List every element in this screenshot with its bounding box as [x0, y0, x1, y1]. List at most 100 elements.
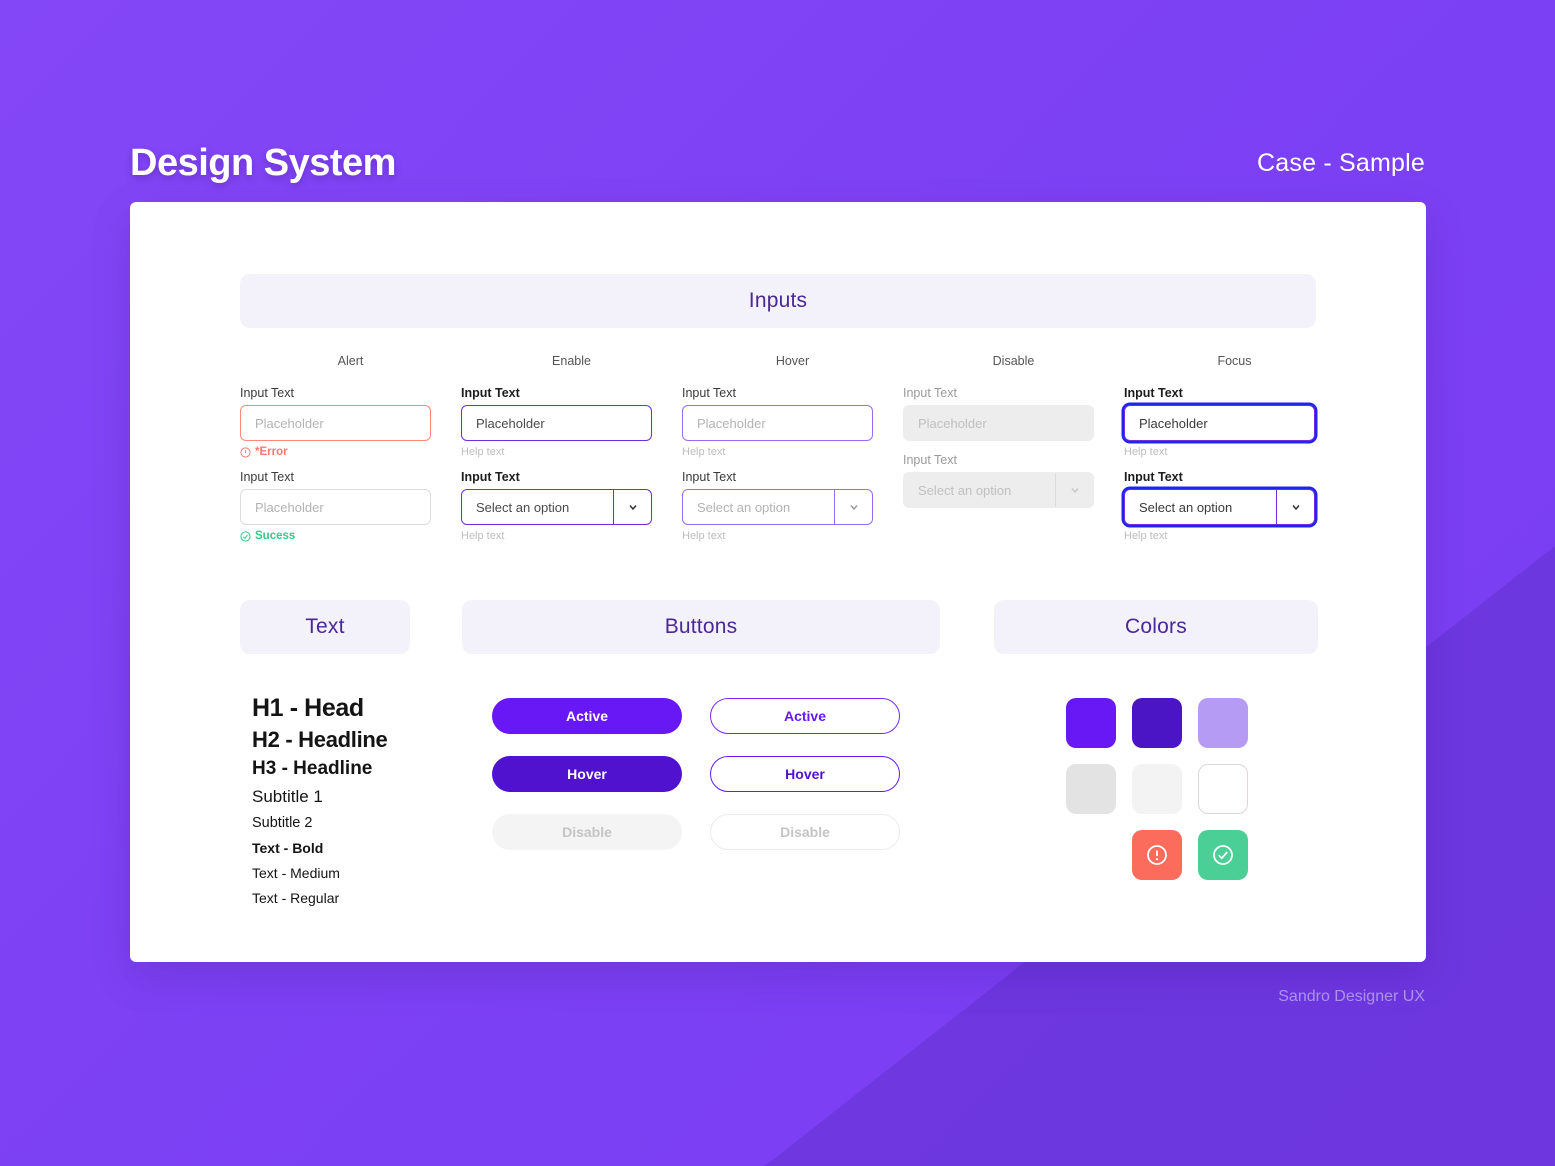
column-label-focus: Focus — [1217, 354, 1252, 368]
field-label: Input Text — [1124, 386, 1183, 400]
color-swatch-grid — [994, 698, 1318, 880]
select-placeholder: Select an option — [1139, 499, 1233, 515]
input-column-enable: Input Text Placeholder Help text Input T… — [461, 386, 682, 542]
select-placeholder: Select an option — [697, 499, 791, 515]
outlined-hover-button[interactable]: Hover — [710, 756, 900, 792]
input-placeholder: Placeholder — [255, 415, 324, 431]
field-label: Input Text — [682, 470, 736, 484]
chevron-down-icon — [1055, 473, 1093, 507]
column-label-alert: Alert — [337, 354, 364, 368]
main-card: Inputs Alert Enable Hover Disable Focus … — [130, 202, 1426, 962]
field-label: Input Text — [682, 386, 736, 400]
column-label-hover: Hover — [775, 354, 810, 368]
help-text: Help text — [682, 530, 726, 542]
outlined-active-button[interactable]: Active — [710, 698, 900, 734]
hover-select-field: Input Text Select an option Help text — [682, 470, 873, 542]
filled-active-button[interactable]: Active — [492, 698, 682, 734]
help-text: Help text — [1124, 530, 1168, 542]
alert-success-field: Input Text Placeholder Sucess — [240, 470, 431, 542]
error-message-text: *Error — [255, 446, 288, 458]
select-input-enabled[interactable]: Select an option — [461, 489, 652, 525]
input-placeholder: Placeholder — [1139, 415, 1208, 431]
input-column-hover: Input Text Placeholder Help text Input T… — [682, 386, 903, 542]
color-swatch-success-green[interactable] — [1198, 830, 1248, 880]
column-label-disable: Disable — [992, 354, 1035, 368]
type-sample-subtitle1: Subtitle 1 — [252, 787, 323, 806]
type-sample-regular: Text - Regular — [252, 890, 340, 906]
input-column-focus: Input Text Placeholder Help text Input T… — [1124, 386, 1345, 542]
field-label: Input Text — [1124, 470, 1183, 484]
buttons-section-title: Buttons — [664, 615, 738, 638]
color-swatch-white[interactable] — [1198, 764, 1248, 814]
help-text: Help text — [1124, 446, 1168, 458]
color-swatch-error-red[interactable] — [1132, 830, 1182, 880]
success-message-text: Sucess — [255, 530, 296, 542]
select-placeholder: Select an option — [476, 499, 570, 515]
field-label: Input Text — [240, 386, 294, 400]
type-sample-subtitle2: Subtitle 2 — [252, 815, 313, 831]
text-section-header: Text — [240, 600, 410, 654]
page-title: Design System — [130, 141, 396, 184]
input-placeholder: Placeholder — [255, 499, 324, 515]
select-input-focused[interactable]: Select an option — [1124, 489, 1315, 525]
buttons-section: Buttons Active Active Hover Hover Disabl… — [462, 600, 940, 906]
alert-error-field: Input Text Placeholder *Error — [240, 386, 431, 458]
color-swatch-light-gray[interactable] — [1132, 764, 1182, 814]
field-label: Input Text — [903, 386, 957, 400]
check-circle-icon — [240, 530, 251, 542]
inputs-section-title: Inputs — [748, 289, 808, 312]
type-sample-h1: H1 - Head — [252, 694, 364, 722]
filled-disabled-button: Disable — [492, 814, 682, 850]
typography-list: H1 - Head H2 - Headline H3 - Headline Su… — [240, 694, 410, 906]
select-placeholder: Select an option — [918, 482, 1012, 498]
select-input-disabled: Select an option — [903, 472, 1094, 508]
type-sample-h2: H2 - Headline — [252, 727, 388, 752]
alert-circle-icon — [1147, 845, 1167, 865]
column-label-enable: Enable — [552, 354, 591, 368]
color-swatch-dark-purple[interactable] — [1132, 698, 1182, 748]
text-input-enabled[interactable]: Placeholder — [461, 405, 652, 441]
text-input-error[interactable]: Placeholder — [240, 405, 431, 441]
inputs-fields-row: Input Text Placeholder *Error Input Text — [240, 386, 1316, 542]
case-label: Case - Sample — [1257, 148, 1425, 177]
focus-select-field: Input Text Select an option Help text — [1124, 470, 1315, 542]
chevron-down-icon[interactable] — [1276, 490, 1314, 524]
type-sample-medium: Text - Medium — [252, 865, 340, 881]
enable-select-field: Input Text Select an option Help text — [461, 470, 652, 542]
input-placeholder: Placeholder — [697, 415, 766, 431]
color-swatch-light-purple[interactable] — [1198, 698, 1248, 748]
field-label: Input Text — [461, 386, 520, 400]
success-message: Sucess — [240, 530, 431, 542]
input-column-alert: Input Text Placeholder *Error Input Text — [240, 386, 461, 542]
chevron-down-icon[interactable] — [834, 490, 872, 524]
hover-text-field: Input Text Placeholder Help text — [682, 386, 873, 458]
field-label: Input Text — [903, 453, 957, 467]
text-input-success[interactable]: Placeholder — [240, 489, 431, 525]
buttons-grid: Active Active Hover Hover Disable Disabl… — [462, 698, 940, 850]
field-label: Input Text — [240, 470, 294, 484]
help-text: Help text — [682, 446, 726, 458]
text-input-hover[interactable]: Placeholder — [682, 405, 873, 441]
chevron-down-icon[interactable] — [613, 490, 651, 524]
text-input-focused[interactable]: Placeholder — [1124, 405, 1315, 441]
text-section: Text H1 - Head H2 - Headline H3 - Headli… — [240, 600, 410, 906]
enable-text-field: Input Text Placeholder Help text — [461, 386, 652, 458]
color-swatch-gray[interactable] — [1066, 764, 1116, 814]
error-message: *Error — [240, 446, 431, 458]
footer-credit: Sandro Designer UX — [1278, 988, 1425, 1005]
inputs-section: Inputs Alert Enable Hover Disable Focus … — [240, 274, 1316, 542]
select-input-hover[interactable]: Select an option — [682, 489, 873, 525]
input-placeholder: Placeholder — [476, 415, 545, 431]
type-sample-bold: Text - Bold — [252, 840, 324, 856]
disable-text-field: Input Text Placeholder — [903, 386, 1094, 441]
filled-hover-button[interactable]: Hover — [492, 756, 682, 792]
outlined-disabled-button: Disable — [710, 814, 900, 850]
color-swatch-primary-purple[interactable] — [1066, 698, 1116, 748]
colors-section-header: Colors — [994, 600, 1318, 654]
buttons-section-header: Buttons — [462, 600, 940, 654]
check-circle-icon — [1213, 845, 1233, 865]
text-section-title: Text — [305, 615, 345, 638]
focus-text-field: Input Text Placeholder Help text — [1124, 386, 1315, 458]
field-label: Input Text — [461, 470, 520, 484]
text-input-disabled: Placeholder — [903, 405, 1094, 441]
